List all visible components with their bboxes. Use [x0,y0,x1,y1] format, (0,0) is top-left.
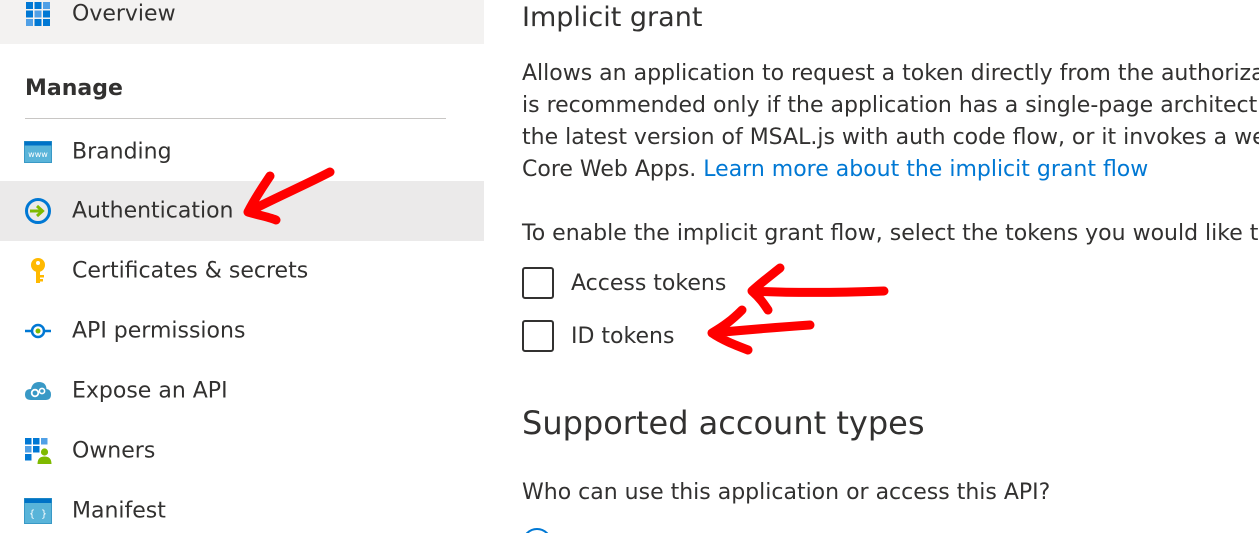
access-tokens-label: Access tokens [571,270,727,296]
description-line: Core Web Apps. Learn more about the impl… [522,154,1148,186]
main-content: Implicit grant Allows an application to … [484,0,1259,533]
sidebar-item-label: API permissions [72,318,246,344]
supported-account-types-heading: Supported account types [522,404,925,442]
account-type-radio[interactable] [522,528,552,533]
sidebar-item-label: Expose an API [72,378,228,404]
implicit-grant-heading: Implicit grant [522,2,703,33]
authentication-icon [24,197,52,225]
sidebar-item-label: Manifest [72,498,166,524]
sidebar-item-label: Branding [72,139,172,165]
description-line: is recommended only if the application h… [522,93,1259,118]
app-registration-page: Overview Manage www Branding Authenticat… [0,0,1259,533]
sidebar-item-expose-api[interactable]: Expose an API [0,361,484,421]
sidebar-item-authentication[interactable]: Authentication [0,181,484,241]
divider [25,118,446,119]
sidebar-item-branding[interactable]: www Branding [0,122,484,182]
sidebar-item-owners[interactable]: Owners [0,421,484,481]
svg-text:www: www [28,150,48,159]
sidebar-item-label: Owners [72,438,156,464]
owners-icon [24,437,52,465]
description-line-text: Core Web Apps. [522,157,704,182]
sidebar-item-label: Authentication [72,198,234,224]
api-permissions-icon [24,317,52,345]
manage-section-header: Manage [25,76,123,101]
id-tokens-option[interactable]: ID tokens [522,319,674,353]
sidebar-item-label: Overview [72,1,176,27]
sidebar-item-manifest[interactable]: { } Manifest [0,481,484,533]
cloud-gear-icon [24,377,52,405]
id-tokens-label: ID tokens [571,323,675,349]
sidebar-item-certificates-secrets[interactable]: Certificates & secrets [0,241,484,301]
description-line: Allows an application to request a token… [522,61,1259,86]
sidebar-item-overview[interactable]: Overview [0,0,484,44]
overview-grid-icon [24,0,52,28]
sidebar-nav: Overview Manage www Branding Authenticat… [0,0,484,533]
sidebar-item-label: Certificates & secrets [72,258,309,284]
supported-accounts-question: Who can use this application or access t… [522,480,1051,505]
access-tokens-option[interactable]: Access tokens [522,266,726,300]
key-icon [24,257,52,285]
access-tokens-checkbox[interactable] [522,267,554,299]
branding-www-icon: www [24,138,52,166]
manifest-code-icon: { } [24,497,52,525]
id-tokens-checkbox[interactable] [522,320,554,352]
enable-tokens-prompt: To enable the implicit grant flow, selec… [522,221,1259,246]
svg-text:{ }: { } [29,509,47,520]
sidebar-item-api-permissions[interactable]: API permissions [0,301,484,361]
description-line: the latest version of MSAL.js with auth … [522,125,1259,150]
learn-more-implicit-grant-link[interactable]: Learn more about the implicit grant flow [703,157,1148,182]
